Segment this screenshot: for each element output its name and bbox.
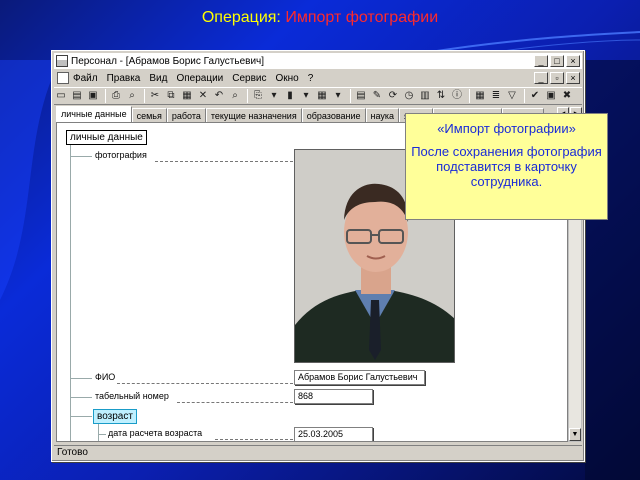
paste-icon[interactable]: ▦ <box>180 89 194 103</box>
app-icon <box>56 55 68 67</box>
preview-icon[interactable]: ⌕ <box>125 89 139 103</box>
fio-label: ФИО <box>95 372 118 382</box>
refresh-icon[interactable]: ⟳ <box>386 89 400 103</box>
tab-education[interactable]: образование <box>301 108 366 122</box>
toolbar-separator <box>350 89 351 103</box>
tabnum-label: табельный номер <box>95 391 171 401</box>
table-icon[interactable]: ▦ <box>315 89 329 103</box>
check-icon[interactable]: ✔ <box>528 89 542 103</box>
section-age-label: возраст <box>93 409 137 424</box>
document-icon[interactable]: ▤ <box>354 89 368 103</box>
window-titlebar[interactable]: Персонал - [Абрамов Борис Галустьевич] _… <box>54 53 582 69</box>
section-personal-label: личные данные <box>66 130 147 145</box>
new-icon[interactable]: ▭ <box>54 89 68 103</box>
maximize-button[interactable]: □ <box>550 55 564 67</box>
grid-icon[interactable]: ▦ <box>473 89 487 103</box>
status-bar: Готово <box>54 445 582 460</box>
tab-work[interactable]: работа <box>166 108 206 122</box>
save-icon[interactable]: ▣ <box>86 89 100 103</box>
tree-line <box>98 434 106 435</box>
age-date-label: дата расчета возраста <box>108 428 205 438</box>
tab-personal[interactable]: личные данные <box>56 106 132 122</box>
doc-restore-button[interactable]: ▫ <box>550 72 564 84</box>
photo-icon[interactable]: ▣ <box>544 89 558 103</box>
cut-icon[interactable]: ✂ <box>148 89 162 103</box>
menu-window[interactable]: Окно <box>276 73 299 84</box>
clock-icon[interactable]: ◷ <box>402 89 416 103</box>
info-icon[interactable]: ⓘ <box>450 89 464 103</box>
menu-service[interactable]: Сервис <box>232 73 266 84</box>
tab-family[interactable]: семья <box>131 108 167 122</box>
delete-icon[interactable]: ✕ <box>196 89 210 103</box>
leader-dots <box>117 383 293 384</box>
tree-line <box>70 416 92 417</box>
callout-note: «Импорт фотографии» После сохранения фот… <box>405 113 608 220</box>
callout-title: «Импорт фотографии» <box>437 121 576 136</box>
open-icon[interactable]: ▤ <box>70 89 84 103</box>
leader-dots <box>155 161 293 162</box>
filter-icon[interactable]: ▽ <box>505 89 519 103</box>
menu-help[interactable]: ? <box>308 73 314 84</box>
close-button[interactable]: × <box>566 55 580 67</box>
sort-icon[interactable]: ⇅ <box>434 89 448 103</box>
list-icon[interactable]: ≣ <box>489 89 503 103</box>
fio-field[interactable]: Абрамов Борис Галустьевич <box>294 370 425 385</box>
tree-line <box>70 156 92 157</box>
photo-label: фотография <box>95 150 149 160</box>
tab-science[interactable]: наука <box>365 108 400 122</box>
cancel-icon[interactable]: ✖ <box>560 89 574 103</box>
attach-icon[interactable]: ⎘ <box>251 89 265 103</box>
chart-icon[interactable]: ▥ <box>418 89 432 103</box>
bookmark-icon[interactable]: ▮ <box>283 89 297 103</box>
status-text: Готово <box>57 447 88 458</box>
slide-title-sub: Импорт фотографии <box>285 9 439 26</box>
copy-icon[interactable]: ⧉ <box>164 89 178 103</box>
age-date-field[interactable]: 25.03.2005 <box>294 427 373 441</box>
tabnum-field[interactable]: 868 <box>294 389 373 404</box>
tab-assignments[interactable]: текущие назначения <box>205 108 302 122</box>
dropdown-arrow-icon[interactable]: ▾ <box>299 89 313 103</box>
tree-line <box>70 397 92 398</box>
edit-icon[interactable]: ✎ <box>370 89 384 103</box>
toolbar-separator <box>144 89 145 103</box>
menu-edit[interactable]: Правка <box>107 73 141 84</box>
doc-close-button[interactable]: × <box>566 72 580 84</box>
undo-icon[interactable]: ↶ <box>212 89 226 103</box>
dropdown-arrow-icon[interactable]: ▾ <box>331 89 345 103</box>
scroll-down-icon[interactable]: ▼ <box>569 428 581 441</box>
toolbar-separator <box>524 89 525 103</box>
slide-title-main: Операция: <box>201 9 286 26</box>
toolbar: ▭ ▤ ▣ ⎙ ⌕ ✂ ⧉ ▦ ✕ ↶ ⌕ ⎘ ▾ ▮ ▾ ▦ ▾ ▤ ✎ ⟳ … <box>54 87 582 105</box>
tree-line <box>70 378 92 379</box>
window-title: Персонал - [Абрамов Борис Галустьевич] <box>71 55 265 67</box>
document-icon[interactable] <box>57 72 69 84</box>
leader-dots <box>215 439 293 440</box>
toolbar-separator <box>105 89 106 103</box>
tree-line <box>98 422 99 441</box>
menu-file[interactable]: Файл <box>73 73 98 84</box>
menu-view[interactable]: Вид <box>149 73 167 84</box>
print-icon[interactable]: ⎙ <box>109 89 123 103</box>
dropdown-arrow-icon[interactable]: ▾ <box>267 89 281 103</box>
toolbar-separator <box>247 89 248 103</box>
leader-dots <box>177 402 293 403</box>
slide-title: Операция: Импорт фотографии <box>0 9 640 27</box>
doc-minimize-button[interactable]: _ <box>534 72 548 84</box>
toolbar-separator <box>469 89 470 103</box>
callout-body: После сохранения фотография подставится … <box>411 144 602 189</box>
menu-bar: Файл Правка Вид Операции Сервис Окно ? _… <box>54 70 582 86</box>
minimize-button[interactable]: _ <box>534 55 548 67</box>
find-icon[interactable]: ⌕ <box>228 89 242 103</box>
app-window: Персонал - [Абрамов Борис Галустьевич] _… <box>51 50 585 462</box>
menu-operations[interactable]: Операции <box>176 73 223 84</box>
